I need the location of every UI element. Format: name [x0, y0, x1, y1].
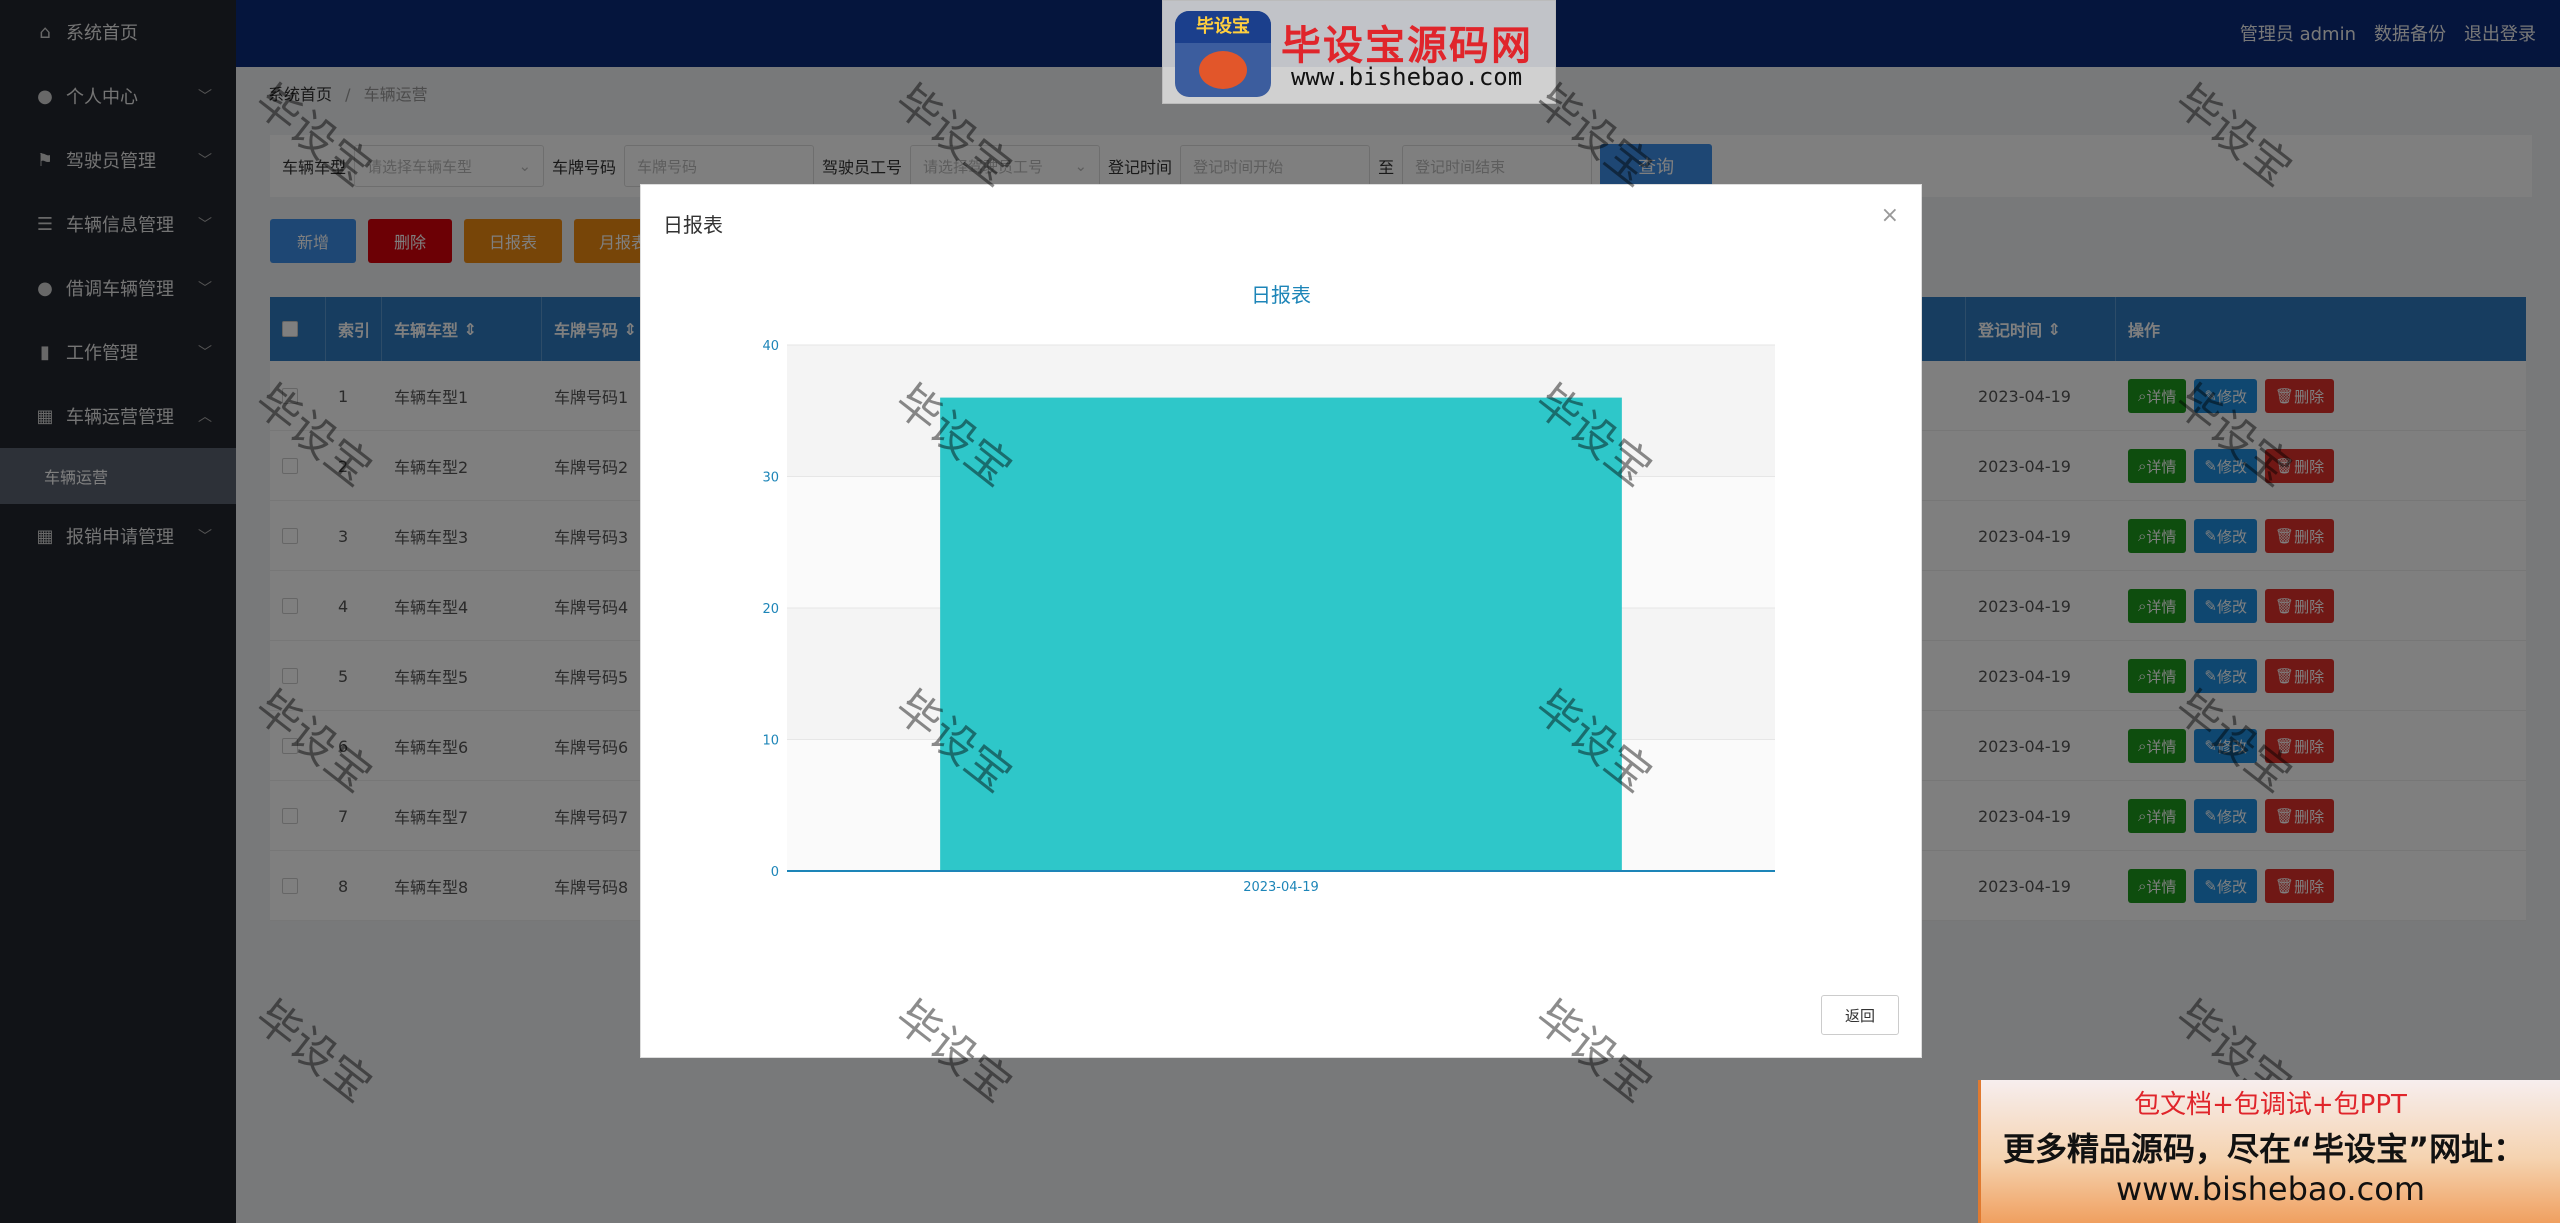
- logo-badge-text: 毕设宝: [1175, 11, 1271, 43]
- y-tick-label: 10: [762, 734, 779, 749]
- logo-badge-icon: 毕设宝: [1175, 11, 1271, 97]
- x-tick-label: 2023-04-19: [1243, 880, 1319, 895]
- bar-chart: 0 10 20 30 40 2023-04-19: [762, 339, 1775, 895]
- promo-line2: 更多精品源码，尽在“毕设宝”网址：: [2003, 1130, 2526, 1168]
- promo-line1: 包文档+包调试+包PPT: [2134, 1090, 2407, 1120]
- mascot-face-icon: [1199, 51, 1247, 89]
- y-tick-label: 20: [762, 602, 779, 617]
- site-logo-banner: 毕设宝 毕设宝源码网 www.bishebao.com: [1162, 0, 1556, 104]
- promo-banner[interactable]: 包文档+包调试+包PPT 更多精品源码，尽在“毕设宝”网址： www.bishe…: [1978, 1080, 2560, 1223]
- y-tick-label: 30: [762, 471, 779, 486]
- logo-url: www.bishebao.com: [1291, 63, 1523, 91]
- bar: [940, 397, 1622, 871]
- y-tick-label: 40: [762, 339, 779, 354]
- back-button[interactable]: 返回: [1821, 995, 1899, 1035]
- modal-backdrop-sidebar: [0, 0, 236, 1223]
- y-tick-label: 0: [771, 865, 779, 880]
- daily-report-modal: 日报表 × 日报表 0 10 20 30 40 2023-04-19 返回: [640, 184, 1922, 1058]
- promo-url: www.bishebao.com: [2115, 1170, 2426, 1208]
